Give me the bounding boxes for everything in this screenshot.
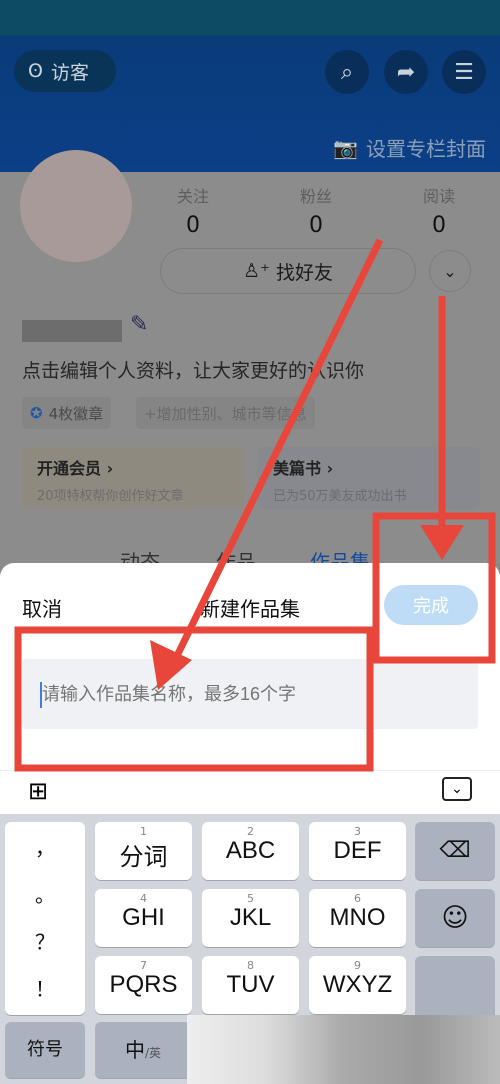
username-blurred (22, 320, 122, 342)
stat-reads[interactable]: 阅读 0 (399, 183, 479, 238)
key-number: 5 (247, 892, 254, 905)
key-letters: JKL (229, 904, 272, 931)
visitor-label: 访客 (50, 61, 89, 84)
symbols-key[interactable]: 符号 (5, 1022, 85, 1078)
keyboard-toolbar: ⊞ ⌄ (0, 770, 500, 814)
card-title: 美篇书 › (273, 459, 334, 478)
key-question[interactable]: ？ (5, 926, 85, 955)
language-switch-key[interactable]: 中/英 (95, 1022, 191, 1078)
key-4[interactable]: 4 GHI (95, 889, 192, 947)
smiley-icon: ☺ (441, 903, 469, 933)
key-7[interactable]: 7 PQRS (95, 956, 192, 1014)
bio-prompt[interactable]: 点击编辑个人资料，让大家更好的认识你 (22, 356, 364, 383)
lang-sub: /英 (144, 1046, 162, 1060)
share-icon: ➦ (396, 59, 416, 85)
key-number: 8 (247, 959, 254, 972)
key-letters: GHI (122, 904, 165, 931)
stat-fans[interactable]: 粉丝 0 (276, 183, 356, 238)
camera-icon: 📷 (333, 135, 358, 160)
key-letters: MNO (329, 904, 386, 931)
add-info-label: +增加性别、城市等信息 (144, 404, 307, 423)
stat-label: 粉丝 (299, 187, 332, 206)
lang-main: 中 (124, 1038, 145, 1062)
book-card[interactable]: 美篇书 › 已为50万美友成功出书 (258, 447, 480, 509)
edit-pencil-icon[interactable]: ✎ (130, 312, 148, 337)
add-info-tag[interactable]: +增加性别、城市等信息 (136, 397, 315, 429)
share-button[interactable]: ➦ (384, 50, 428, 94)
set-cover-button[interactable]: 📷 设置专栏封面 (333, 133, 486, 162)
hide-keyboard-icon[interactable]: ⌄ (442, 777, 472, 801)
key-letters: TUV (226, 971, 275, 998)
search-icon: ⌕ (340, 59, 354, 85)
vip-card[interactable]: 开通会员 › 20项特权帮你创作好文章 (22, 447, 244, 509)
visitor-button[interactable]: ʘ 访客 (14, 50, 116, 92)
menu-icon: ☰ (454, 59, 474, 85)
chevron-down-icon: ⌄ (443, 261, 457, 281)
key-number: 4 (140, 892, 147, 905)
stat-following[interactable]: 关注 0 (153, 183, 233, 238)
backspace-icon: ⌫ (439, 838, 471, 863)
badges-tag[interactable]: ✪ 4枚徽章 (22, 397, 112, 429)
key-letters: 分词 (119, 844, 168, 871)
add-user-icon: ♙⁺ (242, 260, 271, 282)
punctuation-column[interactable]: ， 。 ？ ！ (5, 822, 85, 1015)
find-friends-label: 找好友 (276, 261, 334, 284)
key-number: 9 (354, 959, 361, 972)
key-8[interactable]: 8 TUV (202, 956, 299, 1014)
key-1[interactable]: 1 分词 (95, 822, 192, 880)
badge-star-icon: ✪ (30, 404, 43, 422)
cancel-button[interactable]: 取消 (22, 593, 62, 622)
footprint-icon: ʘ (28, 60, 43, 82)
key-6[interactable]: 6 MNO (309, 889, 406, 947)
key-number: 2 (247, 825, 254, 838)
collection-name-input[interactable] (22, 659, 478, 729)
key-comma[interactable]: ， (5, 832, 85, 861)
text-caret (40, 682, 42, 708)
backspace-key[interactable]: ⌫ (415, 822, 495, 880)
menu-button[interactable]: ☰ (442, 50, 486, 94)
key-2[interactable]: 2 ABC (202, 822, 299, 880)
stat-label: 关注 (176, 187, 209, 206)
symbols-label: 符号 (27, 1039, 63, 1060)
key-number: 3 (354, 825, 361, 838)
expand-button[interactable]: ⌄ (429, 250, 471, 292)
set-cover-label: 设置专栏封面 (366, 137, 486, 161)
stat-label: 阅读 (422, 187, 455, 206)
key-3[interactable]: 3 DEF (309, 822, 406, 880)
card-subtitle: 已为50万美友成功出书 (273, 489, 407, 504)
key-number: 7 (140, 959, 147, 972)
emoji-key[interactable]: ☺ (415, 889, 495, 947)
avatar[interactable] (20, 150, 132, 262)
key-9[interactable]: 9 WXYZ (309, 956, 406, 1014)
stat-value: 0 (432, 213, 446, 238)
key-letters: WXYZ (322, 971, 393, 998)
search-button[interactable]: ⌕ (325, 50, 369, 94)
card-title: 开通会员 › (37, 459, 114, 478)
pixelated-region (187, 1015, 500, 1084)
key-5[interactable]: 5 JKL (202, 889, 299, 947)
profile-header: ʘ 访客 ⌕ ➦ ☰ 📷 设置专栏封面 (0, 0, 500, 172)
stat-value: 0 (186, 213, 200, 238)
key-exclaim[interactable]: ！ (5, 973, 85, 1002)
grid-menu-icon[interactable]: ⊞ (28, 777, 48, 805)
key-number: 1 (140, 825, 147, 838)
key-letters: ABC (225, 837, 276, 864)
key-period[interactable]: 。 (5, 879, 85, 908)
badges-label: 4枚徽章 (48, 404, 104, 423)
done-button[interactable]: 完成 (384, 585, 478, 625)
key-letters: DEF (333, 837, 382, 864)
key-number: 6 (354, 892, 361, 905)
card-subtitle: 20项特权帮你创作好文章 (37, 489, 184, 504)
key-letters: PQRS (109, 971, 178, 998)
find-friends-button[interactable]: ♙⁺ 找好友 (160, 248, 416, 294)
stat-value: 0 (309, 213, 323, 238)
